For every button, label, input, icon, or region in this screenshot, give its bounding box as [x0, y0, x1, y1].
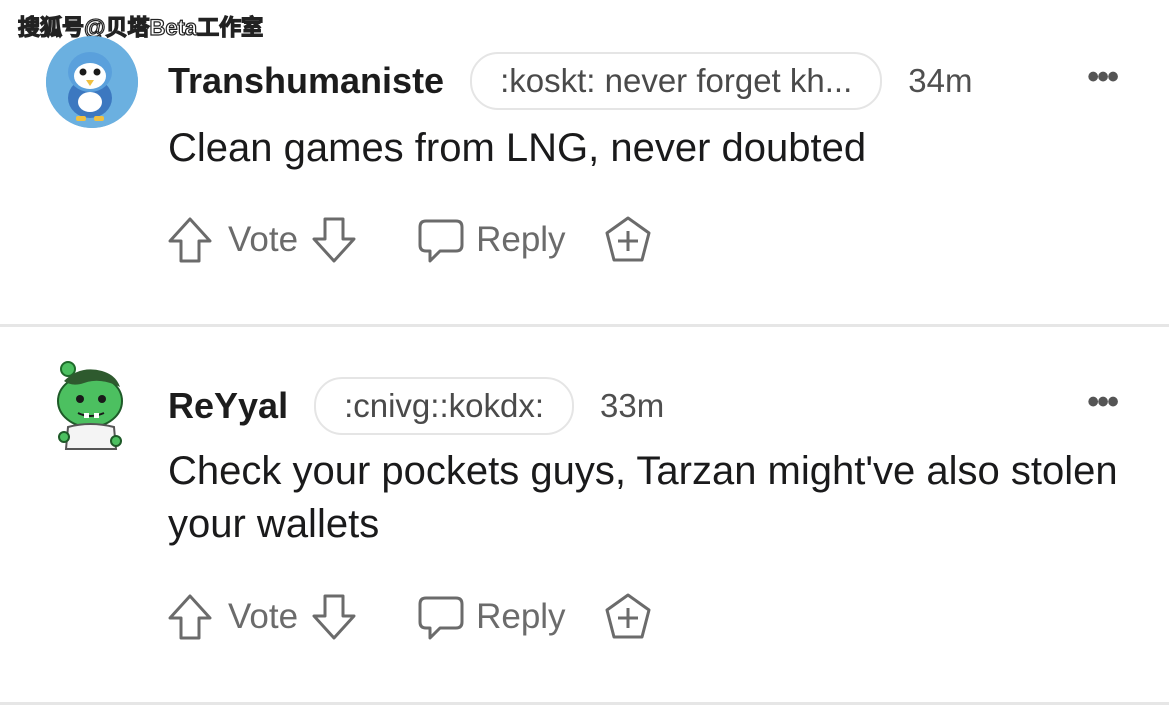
downvote-arrow-icon — [312, 594, 356, 640]
award-plus-icon — [605, 216, 651, 262]
comment: ReYyal :cnivg::kokdx: 33m ••• Check your… — [0, 327, 1169, 702]
username[interactable]: Transhumaniste — [168, 60, 444, 102]
downvote-arrow-icon — [312, 217, 356, 263]
reply-button[interactable]: Reply — [416, 215, 566, 265]
reply-label: Reply — [476, 597, 566, 636]
vote-label: Vote — [228, 597, 299, 636]
comment-header: Transhumaniste :koskt: never forget kh..… — [168, 52, 972, 110]
comment-divider — [0, 702, 1169, 705]
comment-header: ReYyal :cnivg::kokdx: 33m — [168, 377, 664, 435]
timestamp: 33m — [600, 387, 665, 424]
green-creature-avatar-icon — [57, 361, 123, 450]
more-options-icon[interactable]: ••• — [1087, 58, 1119, 97]
comment: Transhumaniste :koskt: never forget kh..… — [0, 0, 1169, 324]
comment-body: Clean games from LNG, never doubted — [168, 126, 867, 170]
comment-body: Check your pockets guys, Tarzan might've… — [168, 449, 1118, 546]
upvote-button[interactable] — [166, 215, 214, 265]
award-button[interactable] — [602, 591, 654, 643]
reply-label: Reply — [476, 220, 566, 259]
comment-actions: Vote Reply — [166, 214, 654, 266]
user-avatar[interactable] — [50, 361, 132, 453]
downvote-button[interactable] — [310, 592, 358, 642]
user-avatar[interactable] — [46, 36, 138, 128]
award-button[interactable] — [602, 214, 654, 266]
upvote-button[interactable] — [166, 592, 214, 642]
downvote-button[interactable] — [310, 215, 358, 265]
penguin-avatar-icon — [46, 36, 138, 128]
user-flair: :cnivg::kokdx: — [314, 377, 574, 435]
user-flair: :koskt: never forget kh... — [470, 52, 883, 110]
comment-actions: Vote Reply — [166, 591, 654, 643]
award-plus-icon — [605, 593, 651, 639]
more-options-icon[interactable]: ••• — [1087, 383, 1119, 422]
upvote-arrow-icon — [168, 217, 212, 263]
chat-bubble-icon — [418, 219, 464, 263]
timestamp: 34m — [908, 62, 973, 99]
username[interactable]: ReYyal — [168, 385, 288, 427]
chat-bubble-icon — [418, 596, 464, 640]
reply-button[interactable]: Reply — [416, 592, 566, 642]
upvote-arrow-icon — [168, 594, 212, 640]
vote-label: Vote — [228, 220, 299, 259]
